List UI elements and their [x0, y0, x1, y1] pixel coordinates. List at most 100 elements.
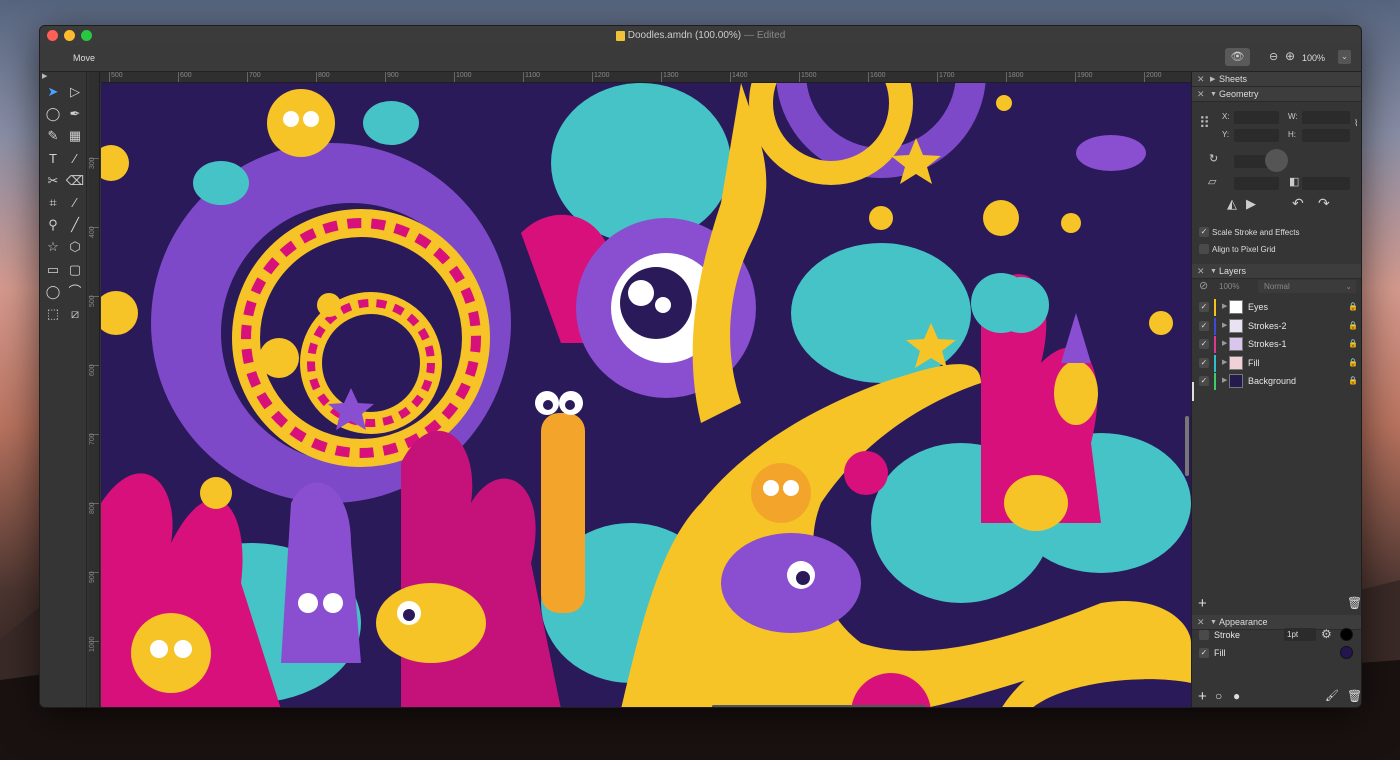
disclosure-down-icon[interactable]: ▼	[1210, 87, 1217, 102]
warp-tool[interactable]: ⧄	[65, 304, 85, 324]
layer-row[interactable]: ✓ ▶ Eyes 🔒	[1192, 298, 1361, 317]
flip-vertical-icon[interactable]: ▶	[1246, 196, 1256, 212]
layer-visibility-checkbox[interactable]: ✓	[1199, 302, 1209, 312]
sheets-header[interactable]: ✕ ▶ Sheets	[1192, 72, 1361, 87]
close-icon[interactable]: ✕	[1197, 87, 1205, 102]
eyedropper-tool[interactable]: ⁄	[65, 149, 85, 169]
artwork-canvas[interactable]	[101, 83, 1191, 707]
link-icon[interactable]: ⌇	[1354, 118, 1358, 129]
zoom-in-icon[interactable]: ⊕	[1285, 49, 1295, 63]
lock-icon[interactable]: 🔒	[1348, 358, 1358, 367]
add-fill-icon[interactable]: ●	[1233, 689, 1240, 703]
disclosure-right-icon[interactable]: ▶	[1222, 376, 1227, 384]
rotate-right-icon[interactable]: ↷	[1318, 195, 1330, 212]
line-tool[interactable]: ╱	[65, 215, 85, 235]
layer-row[interactable]: ✓ ▶ Strokes-1 🔒	[1192, 335, 1361, 354]
star-tool[interactable]: ☆	[43, 237, 63, 257]
brush-icon[interactable]: 🖌	[1325, 689, 1339, 702]
layer-visibility-checkbox[interactable]: ✓	[1199, 357, 1209, 368]
close-icon[interactable]: ✕	[1197, 615, 1205, 630]
layers-header[interactable]: ✕ ▼ Layers	[1192, 264, 1361, 279]
zoom-tool[interactable]: ⚲	[43, 215, 63, 235]
zoom-out-icon[interactable]: ⊖	[1269, 50, 1278, 63]
layer-row[interactable]: ✓ ▶ Strokes-2 🔒	[1192, 317, 1361, 336]
polygon-tool[interactable]: ⬡	[65, 237, 85, 257]
anchor-grid-icon[interactable]: ⠿	[1199, 114, 1210, 132]
direct-select-tool[interactable]: ▷	[65, 82, 85, 102]
gear-icon[interactable]: ⚙	[1321, 627, 1332, 641]
close-icon[interactable]: ✕	[1197, 72, 1205, 87]
rotate-left-icon[interactable]: ↶	[1292, 195, 1304, 212]
disclosure-right-icon[interactable]: ▶	[1222, 302, 1227, 310]
disclosure-right-icon[interactable]: ▶	[1210, 72, 1215, 87]
close-button[interactable]	[47, 30, 58, 41]
w-field[interactable]	[1302, 111, 1350, 124]
stroke-checkbox[interactable]	[1199, 630, 1209, 640]
vertical-ruler[interactable]: 300 400 500 600 700 800 900 1000	[89, 72, 100, 707]
h-field[interactable]	[1302, 129, 1350, 142]
vertical-scrollbar[interactable]	[1185, 416, 1189, 476]
disclosure-right-icon[interactable]: ▶	[1222, 321, 1227, 329]
preview-button[interactable]: 👁	[1225, 48, 1250, 66]
lock-icon[interactable]: 🔒	[1348, 339, 1358, 348]
close-icon[interactable]: ✕	[1197, 264, 1205, 279]
geometry-header[interactable]: ✕ ▼ Geometry	[1192, 87, 1361, 102]
disclosure-down-icon[interactable]: ▼	[1210, 615, 1217, 630]
lock-icon[interactable]: 🔒	[1348, 302, 1358, 311]
crop-tool[interactable]: ⌗	[43, 193, 63, 213]
pen-tool[interactable]: ✒	[65, 104, 85, 124]
eraser-tool[interactable]: ⌫	[65, 171, 85, 191]
lock-icon[interactable]: 🔒	[1348, 376, 1358, 385]
fill-checkbox[interactable]: ✓	[1199, 648, 1209, 658]
text-tool[interactable]: T	[43, 149, 63, 169]
appearance-header[interactable]: ✕ ▼ Appearance	[1192, 615, 1361, 630]
arc-tool[interactable]: ⌒	[65, 282, 85, 302]
lasso-tool[interactable]: ◯	[43, 104, 63, 124]
align-pixel-checkbox[interactable]	[1199, 244, 1209, 254]
add-appearance-icon[interactable]: +	[1198, 688, 1207, 705]
x-field[interactable]	[1234, 111, 1279, 124]
layer-row[interactable]: ✓ ▶ Background 🔒	[1192, 372, 1361, 391]
stroke-color-swatch[interactable]	[1340, 628, 1353, 641]
disclosure-down-icon[interactable]: ▼	[1210, 264, 1217, 279]
scissors-tool[interactable]: ✂	[43, 171, 63, 191]
lock-icon[interactable]: 🔒	[1348, 321, 1358, 330]
fill-color-swatch[interactable]	[1340, 646, 1353, 659]
move-tool[interactable]: ➤	[43, 82, 63, 102]
shear-icon: ◧	[1289, 176, 1300, 188]
trash-icon[interactable]: 🗑	[1347, 689, 1361, 703]
disclosure-right-icon[interactable]: ▶	[1222, 358, 1227, 366]
gradient-tool[interactable]: ▦	[65, 126, 85, 146]
add-stroke-icon[interactable]: ○	[1215, 689, 1222, 703]
horizontal-ruler[interactable]: 500 600 700 800 900 1000 1100 1200 1300 1400 1500 1…	[101, 72, 1191, 83]
collapse-icon[interactable]: ▶	[42, 72, 47, 80]
rotation-dial[interactable]	[1265, 149, 1288, 172]
zoom-button[interactable]	[81, 30, 92, 41]
disclosure-right-icon[interactable]: ▶	[1222, 339, 1227, 347]
ellipse-tool[interactable]: ◯	[43, 282, 63, 302]
brush-tool[interactable]: ✎	[43, 126, 63, 146]
horizontal-scrollbar[interactable]	[712, 705, 926, 707]
add-layer-icon[interactable]: +	[1198, 595, 1207, 612]
scale-stroke-checkbox[interactable]: ✓	[1199, 227, 1209, 237]
app-window: Doodles.amdn (100.00%) — Edited Move 👁 ⊖…	[39, 25, 1362, 708]
flip-horizontal-icon[interactable]: ◭	[1227, 196, 1237, 212]
layer-visibility-checkbox[interactable]: ✓	[1199, 376, 1209, 387]
layer-row[interactable]: ✓ ▶ Fill 🔒	[1192, 354, 1361, 373]
y-field[interactable]	[1234, 129, 1279, 142]
zoom-dropdown[interactable]: ⌄	[1338, 50, 1351, 64]
layer-opacity[interactable]: 100%	[1219, 282, 1239, 291]
rounded-rect-tool[interactable]: ▢	[65, 260, 85, 280]
layer-visibility-checkbox[interactable]: ✓	[1199, 339, 1209, 350]
rectangle-tool[interactable]: ▭	[43, 260, 63, 280]
minimize-button[interactable]	[64, 30, 75, 41]
chevron-down-icon: ⌄	[1345, 282, 1352, 291]
skew-field[interactable]	[1234, 177, 1279, 190]
transform-tool[interactable]: ⬚	[43, 304, 63, 324]
blend-mode-select[interactable]: Normal ⌄	[1258, 280, 1356, 293]
shear-field[interactable]	[1302, 177, 1350, 190]
layer-visibility-checkbox[interactable]: ✓	[1199, 320, 1209, 331]
trash-icon[interactable]: 🗑	[1347, 596, 1361, 610]
picker-tool[interactable]: ⁄	[65, 193, 85, 213]
stroke-width-field[interactable]: 1pt	[1284, 628, 1316, 641]
